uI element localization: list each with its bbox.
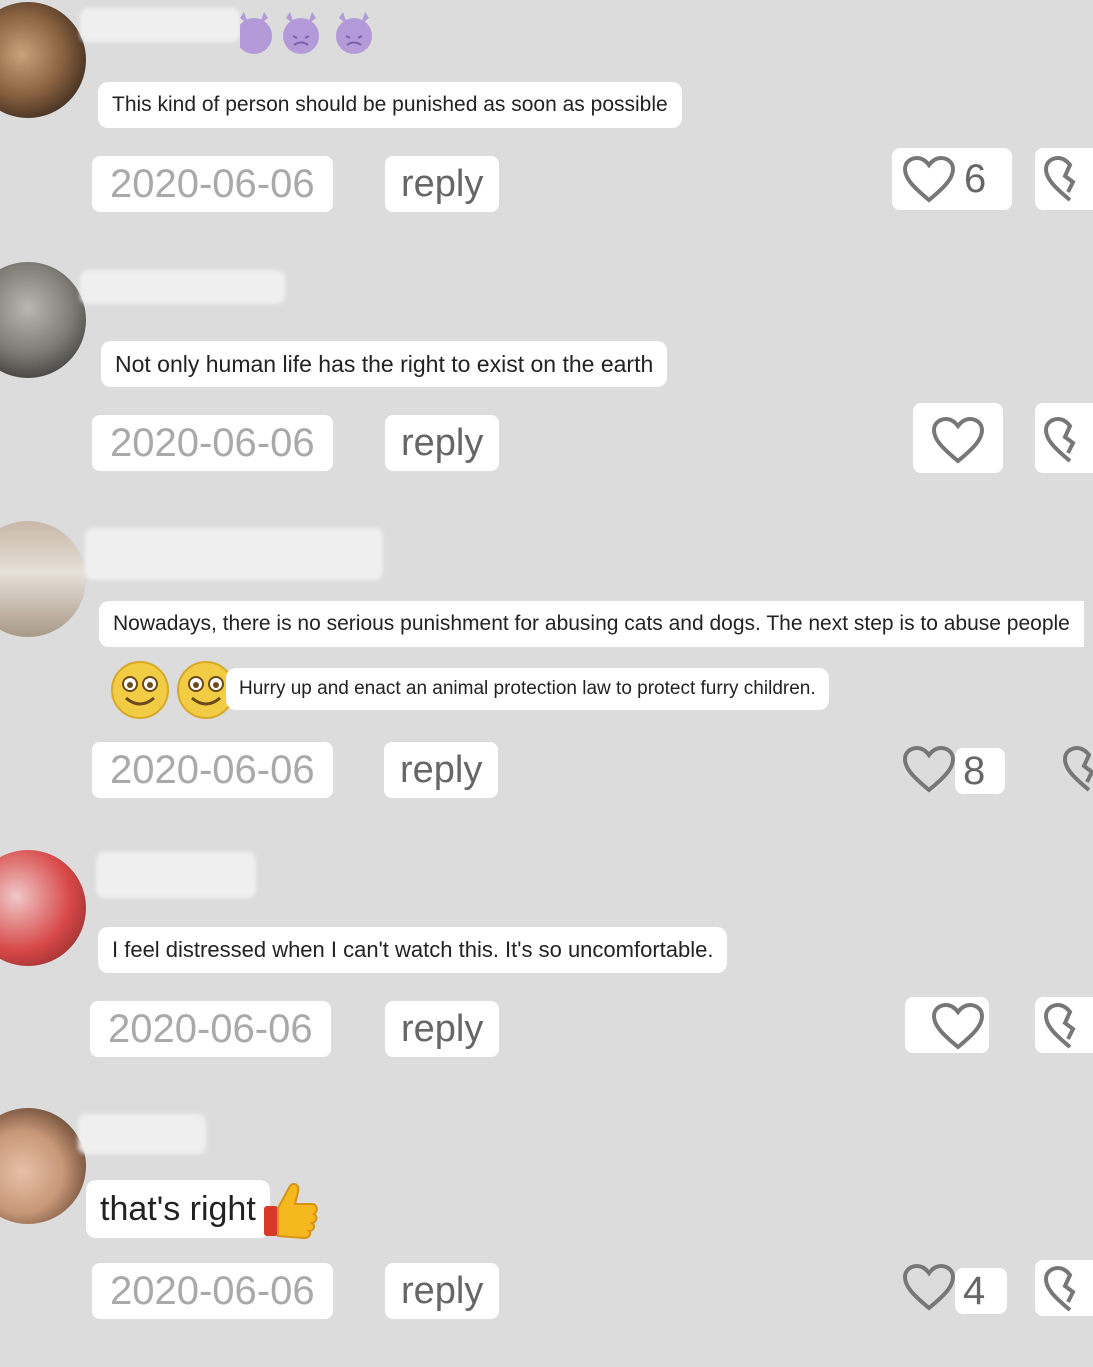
dislike-button[interactable]	[1035, 148, 1093, 210]
comment-text: Nowadays, there is no serious punishment…	[99, 601, 1084, 647]
heart-outline-icon	[931, 1003, 985, 1050]
broken-heart-icon	[1043, 1003, 1076, 1049]
comment-text: Not only human life has the right to exi…	[101, 341, 668, 387]
username-redacted	[85, 528, 383, 580]
like-button[interactable]: 8	[955, 748, 1005, 794]
like-count: 4	[963, 1269, 986, 1313]
thumbs-up-emoji	[264, 1183, 318, 1240]
reply-button[interactable]: reply	[385, 1263, 500, 1319]
smiling-face-emoji	[111, 661, 235, 719]
like-button[interactable]: 6	[892, 148, 1012, 210]
purple-devil-emoji	[240, 12, 372, 54]
broken-heart-icon[interactable]	[1062, 746, 1093, 794]
like-button[interactable]: 4	[955, 1268, 1007, 1314]
dislike-button[interactable]	[1035, 1260, 1093, 1316]
username-redacted	[96, 852, 256, 898]
comment-date: 2020-06-06	[90, 1001, 331, 1057]
comment-date: 2020-06-06	[92, 1263, 333, 1319]
avatar[interactable]	[0, 521, 86, 637]
heart-outline-icon[interactable]	[902, 746, 956, 794]
comment-date: 2020-06-06	[92, 742, 333, 798]
heart-outline-icon	[902, 156, 956, 203]
username-redacted	[78, 1114, 206, 1154]
comment-date: 2020-06-06	[92, 415, 333, 471]
comment-text-continued: Hurry up and enact an animal protection …	[226, 668, 829, 710]
dislike-button[interactable]	[1035, 403, 1093, 473]
reply-button[interactable]: reply	[385, 415, 500, 471]
reply-button[interactable]: reply	[385, 156, 500, 212]
heart-outline-icon	[931, 417, 985, 464]
username-redacted	[80, 270, 285, 304]
like-count: 8	[963, 749, 986, 793]
comment-text: I feel distressed when I can't watch thi…	[98, 927, 728, 973]
comment-date: 2020-06-06	[92, 156, 333, 212]
avatar[interactable]	[0, 262, 86, 378]
reply-button[interactable]: reply	[385, 1001, 500, 1057]
broken-heart-icon	[1043, 417, 1076, 463]
reply-button[interactable]: reply	[384, 742, 499, 798]
avatar[interactable]	[0, 2, 86, 118]
comment-text: that's right	[86, 1180, 270, 1238]
like-button[interactable]	[905, 997, 989, 1053]
avatar[interactable]	[0, 850, 86, 966]
broken-heart-icon	[1043, 1266, 1076, 1312]
avatar[interactable]	[0, 1108, 86, 1224]
like-count: 6	[964, 157, 987, 201]
heart-outline-icon[interactable]	[902, 1264, 956, 1312]
dislike-button[interactable]	[1035, 997, 1093, 1053]
broken-heart-icon	[1043, 156, 1076, 202]
like-button[interactable]	[913, 403, 1003, 473]
comment-text: This kind of person should be punished a…	[98, 82, 682, 128]
username-redacted	[80, 8, 240, 42]
